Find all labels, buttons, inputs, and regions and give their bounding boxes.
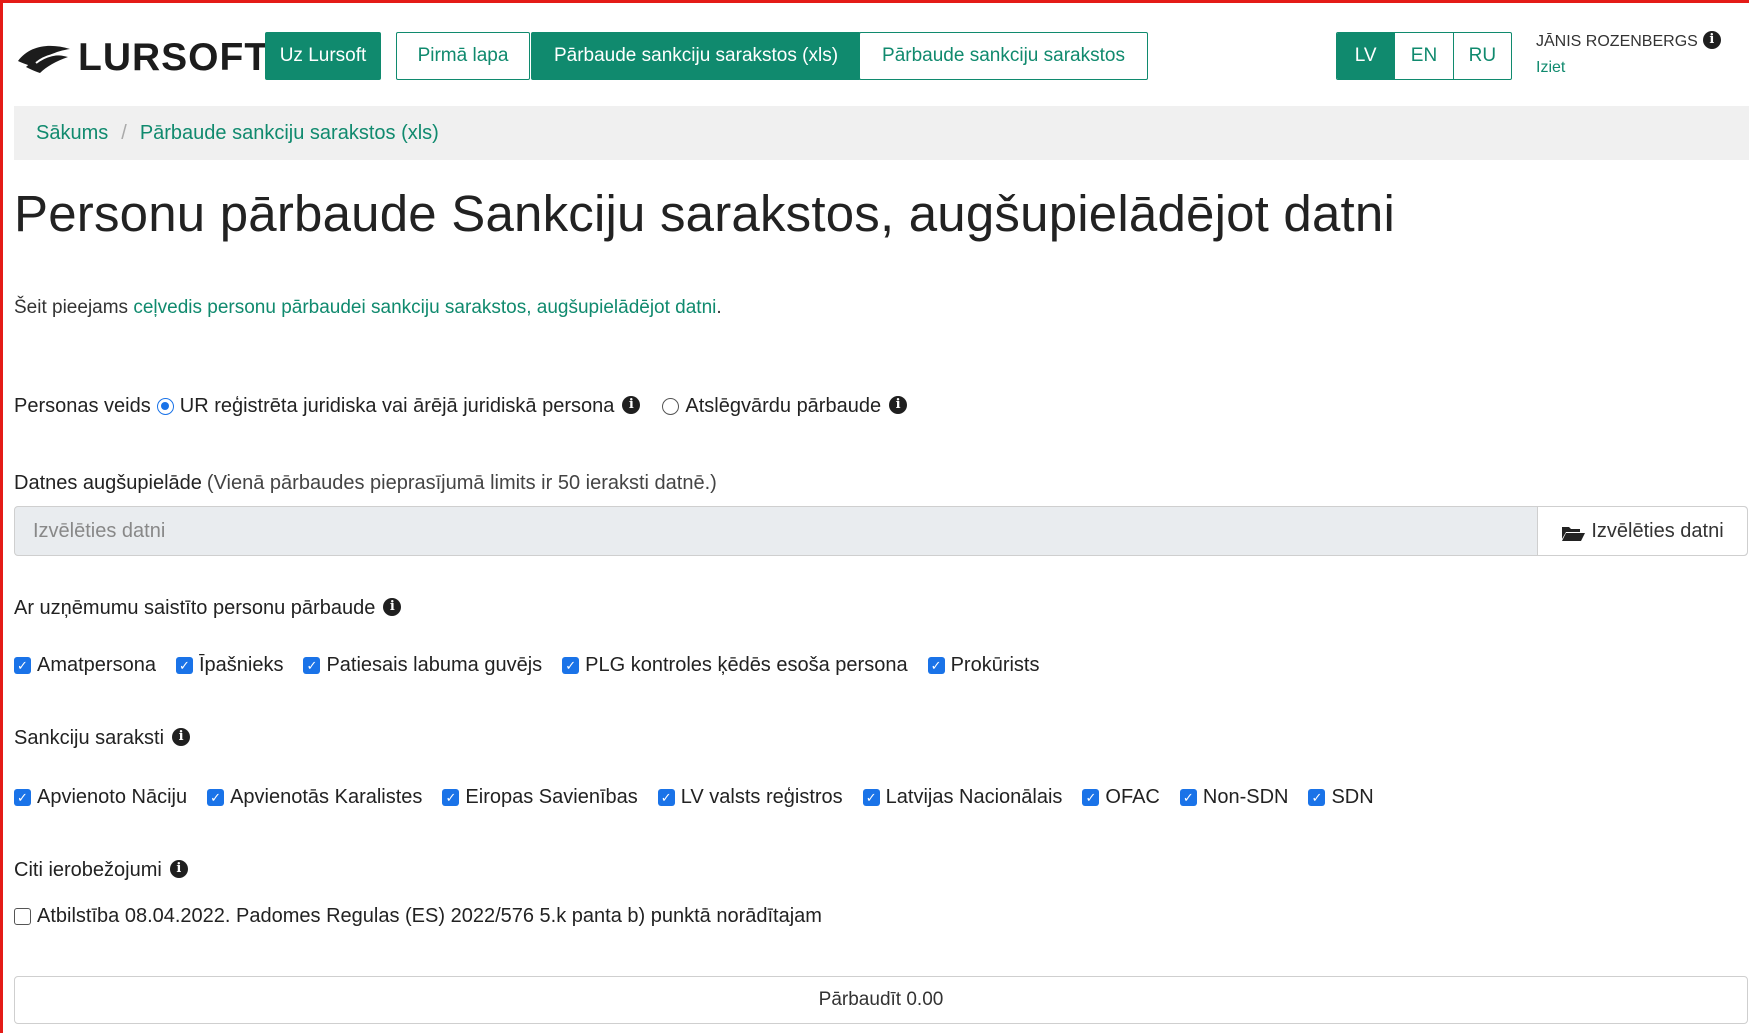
checkbox-sdn[interactable]: ✓ SDN bbox=[1308, 786, 1374, 809]
page-title: Personu pārbaude Sankciju sarakstos, aug… bbox=[14, 185, 1396, 242]
checkbox-owner[interactable]: ✓ Īpašnieks bbox=[175, 654, 284, 677]
radio-legal-person[interactable] bbox=[156, 398, 174, 415]
nav-about-button[interactable]: Uz Lursoft bbox=[265, 32, 381, 80]
radio-keyword-check-label[interactable]: Atslēgvārdu pārbaude bbox=[685, 395, 881, 418]
related-label: Ar uzņēmumu saistīto personu pārbaude bbox=[14, 597, 376, 619]
checkbox-eu[interactable]: ✓ Eiropas Savienības bbox=[442, 786, 638, 809]
checkbox-label[interactable]: Prokūrists bbox=[951, 654, 1040, 677]
person-type-row: Personas veids UR reģistrēta juridiska v… bbox=[14, 395, 908, 418]
checkbox-checked-icon[interactable]: ✓ bbox=[1179, 789, 1197, 806]
checkbox-checked-icon[interactable]: ✓ bbox=[303, 657, 321, 674]
other-checkbox-row: Atbilstība 08.04.2022. Padomes Regulas (… bbox=[14, 905, 842, 928]
user-name: JĀNIS ROZENBERGS bbox=[1536, 33, 1698, 50]
lursoft-logo[interactable]: LURSOFT ® bbox=[16, 36, 278, 79]
lang-ru[interactable]: RU bbox=[1452, 33, 1511, 79]
checkbox-checked-icon[interactable]: ✓ bbox=[1082, 789, 1100, 806]
intro-text: Šeit pieejams ceļvedis personu pārbaudei… bbox=[14, 297, 722, 319]
logout-link[interactable]: Iziet bbox=[1536, 55, 1721, 81]
checkbox-lv-registers[interactable]: ✓ LV valsts reģistros bbox=[657, 786, 843, 809]
intro-suffix: . bbox=[716, 297, 722, 318]
choose-file-label: Izvēlēties datni bbox=[1591, 519, 1724, 542]
checkbox-ofac[interactable]: ✓ OFAC bbox=[1082, 786, 1160, 809]
checkbox-proxy[interactable]: ✓ Prokūrists bbox=[927, 654, 1040, 677]
checkbox-label[interactable]: OFAC bbox=[1105, 786, 1159, 809]
sanctions-label-row: Sankciju saraksti i bbox=[14, 727, 191, 750]
lang-en[interactable]: EN bbox=[1394, 33, 1452, 79]
checkbox-unchecked-icon[interactable] bbox=[14, 908, 31, 925]
intro-prefix: Šeit pieejams bbox=[14, 297, 134, 318]
check-button[interactable]: Pārbaudīt 0.00 bbox=[14, 976, 1748, 1024]
header: LURSOFT ® Uz Lursoft Pirmā lapa Pārbaude… bbox=[14, 29, 1749, 86]
checkbox-label[interactable]: LV valsts reģistros bbox=[681, 786, 843, 809]
checkbox-label[interactable]: Apvienoto Nāciju bbox=[37, 786, 187, 809]
checkbox-checked-icon[interactable]: ✓ bbox=[175, 657, 193, 674]
lursoft-leaf-icon bbox=[18, 45, 70, 73]
other-label: Citi ierobežojumi bbox=[14, 859, 162, 881]
checkbox-checked-icon[interactable]: ✓ bbox=[14, 789, 31, 806]
file-upload-field[interactable]: Izvēlēties datni Izvēlēties datni bbox=[14, 506, 1748, 556]
sanctions-label: Sankciju saraksti bbox=[14, 727, 165, 749]
choose-file-button[interactable]: Izvēlēties datni bbox=[1537, 507, 1747, 555]
checkbox-beneficial-owner[interactable]: ✓ Patiesais labuma guvējs bbox=[303, 654, 542, 677]
checkbox-un[interactable]: ✓ Apvienoto Nāciju bbox=[14, 786, 187, 809]
checkbox-checked-icon[interactable]: ✓ bbox=[927, 657, 945, 674]
upload-label-row: Datnes augšupielāde (Vienā pārbaudes pie… bbox=[14, 472, 717, 495]
checkbox-checked-icon[interactable]: ✓ bbox=[207, 789, 225, 806]
checkbox-checked-icon[interactable]: ✓ bbox=[1308, 789, 1326, 806]
guide-link[interactable]: ceļvedis personu pārbaudei sankciju sara… bbox=[133, 297, 716, 318]
checkbox-label[interactable]: Amatpersona bbox=[37, 654, 156, 677]
breadcrumb-home[interactable]: Sākums bbox=[36, 122, 108, 145]
checkbox-label[interactable]: Non-SDN bbox=[1203, 786, 1289, 809]
folder-open-icon bbox=[1562, 526, 1586, 541]
brand-name: LURSOFT bbox=[78, 36, 270, 79]
checkbox-regulation[interactable]: Atbilstība 08.04.2022. Padomes Regulas (… bbox=[14, 905, 822, 928]
checkbox-non-sdn[interactable]: ✓ Non-SDN bbox=[1179, 786, 1289, 809]
checkbox-checked-icon[interactable]: ✓ bbox=[657, 789, 675, 806]
user-menu: JĀNIS ROZENBERGS i Iziet bbox=[1536, 29, 1721, 81]
sanctions-checkboxes: ✓ Apvienoto Nāciju ✓ Apvienotās Karalistes… bbox=[14, 786, 1394, 809]
language-switcher: LV EN RU bbox=[1336, 32, 1512, 80]
other-label-row: Citi ierobežojumi i bbox=[14, 859, 188, 882]
checkbox-label[interactable]: Apvienotās Karalistes bbox=[230, 786, 422, 809]
upload-note: (Vienā pārbaudes pieprasījumā limits ir … bbox=[206, 472, 717, 494]
info-circle-icon[interactable]: i bbox=[169, 859, 188, 878]
checkbox-checked-icon[interactable]: ✓ bbox=[862, 789, 880, 806]
checkbox-uk[interactable]: ✓ Apvienotās Karalistes bbox=[207, 786, 422, 809]
checkbox-official[interactable]: ✓ Amatpersona bbox=[14, 654, 156, 677]
breadcrumb-current[interactable]: Pārbaude sankciju sarakstos (xls) bbox=[140, 122, 439, 145]
checkbox-label[interactable]: Patiesais labuma guvējs bbox=[326, 654, 542, 677]
checkbox-label[interactable]: SDN bbox=[1331, 786, 1373, 809]
nav-home-button[interactable]: Pirmā lapa bbox=[396, 32, 530, 80]
checkbox-latvia-national[interactable]: ✓ Latvijas Nacionālais bbox=[862, 786, 1063, 809]
checkbox-checked-icon[interactable]: ✓ bbox=[442, 789, 460, 806]
checkbox-checked-icon[interactable]: ✓ bbox=[562, 657, 580, 674]
lang-lv[interactable]: LV bbox=[1337, 33, 1395, 79]
checkbox-control-chain[interactable]: ✓ PLG kontroles ķēdēs esoša persona bbox=[562, 654, 908, 677]
checkbox-label[interactable]: Latvijas Nacionālais bbox=[886, 786, 1063, 809]
checkbox-label[interactable]: Īpašnieks bbox=[199, 654, 284, 677]
info-circle-icon[interactable]: i bbox=[383, 597, 402, 616]
related-label-row: Ar uzņēmumu saistīto personu pārbaude i bbox=[14, 597, 402, 620]
info-circle-icon[interactable]: i bbox=[1702, 30, 1721, 49]
file-input[interactable]: Izvēlēties datni bbox=[15, 507, 1537, 555]
info-circle-icon[interactable]: i bbox=[172, 727, 191, 746]
related-checkboxes: ✓ Amatpersona ✓ Īpašnieks ✓ Patiesais labum… bbox=[14, 654, 1059, 677]
checkbox-label[interactable]: PLG kontroles ķēdēs esoša persona bbox=[585, 654, 907, 677]
radio-legal-person-label[interactable]: UR reģistrēta juridiska vai ārējā juridi… bbox=[180, 395, 615, 418]
radio-keyword-check[interactable] bbox=[662, 398, 680, 415]
person-type-label: Personas veids bbox=[14, 395, 151, 417]
nav-check-button[interactable]: Pārbaude sankciju sarakstos bbox=[859, 32, 1148, 80]
checkbox-label[interactable]: Atbilstība 08.04.2022. Padomes Regulas (… bbox=[37, 905, 822, 928]
breadcrumb-separator: / bbox=[121, 121, 127, 144]
breadcrumb: Sākums / Pārbaude sankciju sarakstos (xl… bbox=[14, 106, 1749, 160]
upload-label: Datnes augšupielāde bbox=[14, 472, 202, 494]
info-circle-icon[interactable]: i bbox=[889, 395, 908, 414]
checkbox-label[interactable]: Eiropas Savienības bbox=[465, 786, 637, 809]
nav-xls-check-button[interactable]: Pārbaude sankciju sarakstos (xls) bbox=[531, 32, 861, 80]
checkbox-checked-icon[interactable]: ✓ bbox=[14, 657, 31, 674]
info-circle-icon[interactable]: i bbox=[622, 395, 641, 414]
